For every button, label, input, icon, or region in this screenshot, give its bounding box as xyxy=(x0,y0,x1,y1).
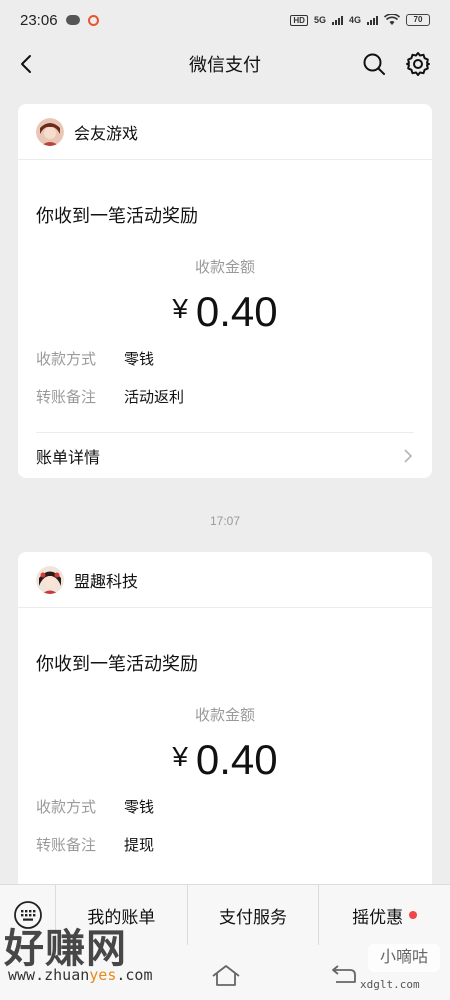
merchant-avatar xyxy=(36,117,64,146)
wechat-notification-icon xyxy=(65,15,80,25)
payment-card-2[interactable]: 盟趣科技 你收到一笔活动奖励 收款金额 ¥0.40 收款方式 零钱 转账备注 提… xyxy=(18,552,432,892)
watermark-badge: 小嘀咕 xyxy=(368,944,440,972)
bill-detail-link[interactable]: 账单详情 xyxy=(36,432,414,478)
status-time: 23:06 xyxy=(20,11,58,29)
notice-title: 你收到一笔活动奖励 xyxy=(36,206,198,226)
amount-label: 收款金额 xyxy=(194,259,255,276)
search-icon[interactable] xyxy=(360,50,388,78)
row-value: 零钱 xyxy=(124,351,155,368)
chevron-right-icon xyxy=(404,448,413,463)
gear-icon[interactable] xyxy=(404,50,432,78)
signal-icon xyxy=(331,15,343,25)
row-key: 收款方式 xyxy=(36,351,97,368)
row-key: 转账备注 xyxy=(36,389,97,406)
row-value: 提现 xyxy=(124,837,155,854)
payment-method-row: 收款方式 零钱 xyxy=(36,348,154,369)
menu-label: 摇优惠 xyxy=(352,907,404,927)
watermark-url-part: www.zhuan xyxy=(8,966,90,984)
hd-badge: HD xyxy=(290,14,308,26)
wifi-icon xyxy=(384,14,400,25)
bill-detail-label: 账单详情 xyxy=(36,449,101,467)
message-timestamp: 17:07 xyxy=(209,514,241,528)
amount-value: ¥0.40 xyxy=(18,736,432,784)
currency-symbol: ¥ xyxy=(172,741,188,772)
card-header: 会友游戏 xyxy=(18,104,432,160)
amount-value: ¥0.40 xyxy=(18,288,432,336)
signal-icon-2 xyxy=(367,15,378,25)
network-5g-label: 5G xyxy=(313,15,326,25)
row-key: 收款方式 xyxy=(36,799,97,816)
status-bar: 23:06 HD 5G 4G 70 xyxy=(0,0,450,40)
menu-label: 支付服务 xyxy=(219,907,287,927)
payment-card-1[interactable]: 会友游戏 你收到一笔活动奖励 收款金额 ¥0.40 收款方式 零钱 转账备注 活… xyxy=(18,104,432,478)
row-key: 转账备注 xyxy=(36,837,97,854)
merchant-name: 会友游戏 xyxy=(74,125,139,143)
home-icon[interactable] xyxy=(210,962,242,988)
notice-title: 你收到一笔活动奖励 xyxy=(36,654,198,674)
app-notification-icon xyxy=(87,14,99,26)
amount-number: 0.40 xyxy=(195,736,278,783)
page-title: 微信支付 xyxy=(189,55,261,75)
menu-shake-discounts[interactable]: 摇优惠 xyxy=(319,885,450,945)
remark-row: 转账备注 提现 xyxy=(36,834,154,855)
watermark-url-right: xdglt.com xyxy=(360,978,420,991)
amount-number: 0.40 xyxy=(195,288,278,335)
system-back-icon[interactable] xyxy=(328,962,358,988)
red-dot-badge xyxy=(409,911,418,919)
card-header: 盟趣科技 xyxy=(18,552,432,608)
row-value: 活动返利 xyxy=(124,389,185,406)
menu-payment-services[interactable]: 支付服务 xyxy=(188,885,320,945)
nav-bar: 微信支付 xyxy=(0,40,450,88)
payment-method-row: 收款方式 零钱 xyxy=(36,796,154,817)
amount-label: 收款金额 xyxy=(194,707,255,724)
battery-icon: 70 xyxy=(406,14,430,26)
watermark-url-part: .com xyxy=(116,966,153,984)
remark-row: 转账备注 活动返利 xyxy=(36,386,184,407)
currency-symbol: ¥ xyxy=(172,293,188,324)
watermark-url-highlight: yes xyxy=(89,966,117,984)
row-value: 零钱 xyxy=(124,799,155,816)
back-arrow-icon[interactable] xyxy=(14,50,42,78)
network-4g-label: 4G xyxy=(348,15,361,25)
watermark-url: www.zhuanyes.com xyxy=(8,966,153,984)
merchant-name: 盟趣科技 xyxy=(74,573,139,591)
merchant-avatar xyxy=(36,565,64,594)
